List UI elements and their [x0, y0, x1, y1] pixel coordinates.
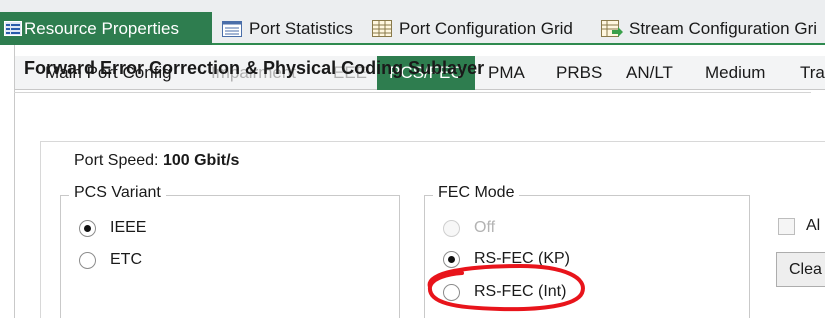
- tab-label: AN/LT: [626, 63, 673, 82]
- tab-truncated[interactable]: Tra: [800, 56, 825, 90]
- tab-label: PRBS: [556, 63, 603, 82]
- pcs-variant-legend: PCS Variant: [69, 184, 166, 202]
- fec-mode-legend: FEC Mode: [433, 184, 520, 202]
- tab-label: PMA: [488, 63, 525, 82]
- radio-button[interactable]: [79, 219, 96, 237]
- grid-icon: [372, 20, 392, 37]
- all-checkbox[interactable]: [778, 218, 795, 235]
- list-icon: [222, 20, 242, 37]
- section-title: Forward Error Correction & Physical Codi…: [24, 58, 485, 78]
- radio-button[interactable]: [443, 250, 460, 268]
- tab-stream-configuration-grid[interactable]: Stream Configuration Gri: [601, 12, 817, 45]
- radio-fec-off: Off: [443, 219, 495, 237]
- radio-etc[interactable]: ETC: [79, 251, 142, 269]
- radio-button[interactable]: [79, 251, 96, 269]
- tab-label: Stream Configuration Gri: [629, 18, 818, 38]
- tab-label: Port Statistics: [249, 18, 353, 38]
- port-speed: Port Speed: 100 Gbit/s: [74, 152, 239, 170]
- radio-ieee[interactable]: IEEE: [79, 219, 146, 237]
- tab-medium[interactable]: Medium: [705, 56, 765, 90]
- properties-icon: [4, 21, 22, 36]
- tab-pma[interactable]: PMA: [488, 56, 525, 90]
- tab-resource-properties[interactable]: Resource Properties: [0, 12, 212, 45]
- section-divider: [14, 92, 811, 93]
- radio-label: ETC: [110, 251, 142, 268]
- checkbox-label: Al: [806, 217, 821, 234]
- tab-label: Resource Properties: [24, 18, 179, 38]
- radio-rs-fec-int[interactable]: RS-FEC (Int): [443, 283, 566, 301]
- stream-grid-icon: [601, 20, 623, 37]
- radio-rs-fec-kp[interactable]: RS-FEC (KP): [443, 250, 570, 268]
- tab-prbs[interactable]: PRBS: [556, 56, 602, 90]
- tab-label: Tra: [800, 63, 825, 82]
- clear-button[interactable]: Clea: [776, 252, 825, 287]
- tab-an-lt[interactable]: AN/LT: [626, 56, 673, 90]
- tab-label: Port Configuration Grid: [399, 18, 573, 38]
- tab-port-statistics[interactable]: Port Statistics: [222, 12, 353, 45]
- radio-button[interactable]: [443, 283, 460, 301]
- tab-label: Medium: [705, 63, 766, 82]
- radio-label: RS-FEC (KP): [474, 250, 570, 267]
- radio-label: IEEE: [110, 219, 147, 236]
- tab-port-configuration-grid[interactable]: Port Configuration Grid: [372, 12, 573, 45]
- port-speed-label: Port Speed:: [74, 152, 159, 169]
- radio-button: [443, 219, 460, 237]
- port-speed-value: 100 Gbit/s: [162, 152, 240, 169]
- radio-label: RS-FEC (Int): [474, 283, 567, 300]
- document-tab-strip: Resource Properties Port Statistics Port…: [0, 0, 825, 45]
- radio-label: Off: [474, 219, 496, 236]
